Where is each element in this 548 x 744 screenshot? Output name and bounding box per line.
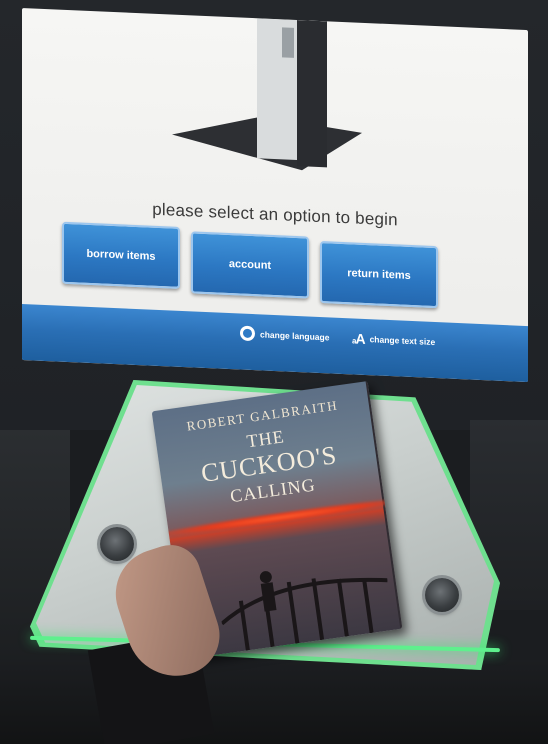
sensor-right-icon [425,578,459,612]
globe-icon [240,325,255,342]
text-size-icon: aA [352,330,365,347]
change-text-size-button[interactable]: aA change text size [352,330,435,350]
account-button[interactable]: account [191,231,309,299]
photo-scene: please select an option to begin borrow … [0,0,548,744]
kiosk-illustration [172,18,362,171]
sensor-left-icon [100,527,134,561]
floor [0,660,548,744]
change-text-size-label: change text size [369,334,436,348]
kiosk-screen: please select an option to begin borrow … [22,8,528,383]
change-language-label: change language [260,328,330,342]
borrow-items-button[interactable]: borrow items [62,221,180,289]
change-language-button[interactable]: change language [240,325,330,345]
return-items-button[interactable]: return items [320,241,438,309]
